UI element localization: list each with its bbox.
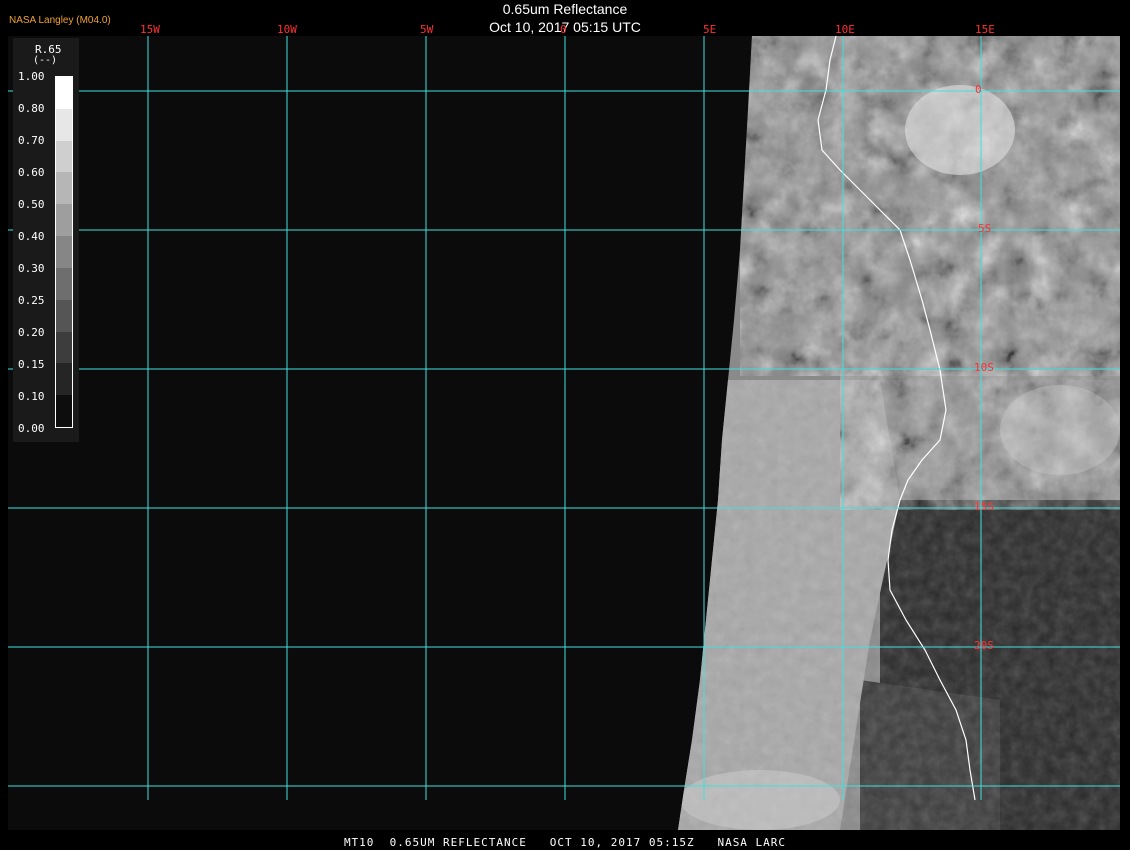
lon-label-5e: 5E xyxy=(703,23,717,36)
legend-tick: 0.40 xyxy=(18,230,45,243)
lon-label-5w: 5W xyxy=(420,23,434,36)
legend-swatch xyxy=(56,299,72,332)
legend-swatch xyxy=(56,172,72,205)
legend-color-bar xyxy=(55,76,73,428)
legend-tick: 0.50 xyxy=(18,198,45,211)
lat-label-0: 0 xyxy=(975,83,982,96)
legend-tick: 0.25 xyxy=(18,294,45,307)
lat-label-15s: 15S xyxy=(974,500,994,513)
lat-label-5s: 5S xyxy=(978,222,992,235)
legend-tick: 0.10 xyxy=(18,390,45,403)
legend-swatch xyxy=(56,140,72,173)
legend-unit: (--) xyxy=(33,55,58,66)
lat-label-20s: 20S xyxy=(974,639,994,652)
legend-tick: 1.00 xyxy=(18,70,45,83)
lon-label-15e: 15E xyxy=(975,23,995,36)
legend-swatch xyxy=(56,395,72,427)
lat-label-10s: 10S xyxy=(974,361,994,374)
lon-label-10w: 10W xyxy=(277,23,297,36)
legend-swatch xyxy=(56,363,72,396)
legend-tick: 0.80 xyxy=(18,102,45,115)
legend-swatch xyxy=(56,108,72,141)
legend-swatch xyxy=(56,331,72,364)
satellite-map xyxy=(0,0,1130,850)
legend-tick: 0.20 xyxy=(18,326,45,339)
organization-label: NASA Langley (M04.0) xyxy=(9,15,111,26)
legend-swatch xyxy=(56,236,72,268)
legend-tick: 0.00 xyxy=(18,422,45,435)
legend-tick: 0.15 xyxy=(18,358,45,371)
image-title: 0.65um Reflectance xyxy=(502,1,628,17)
legend-tick: 0.70 xyxy=(18,134,45,147)
legend-swatch xyxy=(56,204,72,237)
lon-label-15w: 15W xyxy=(140,23,160,36)
legend-tick: 0.60 xyxy=(18,166,45,179)
lon-label-10e: 10E xyxy=(835,23,855,36)
footer-caption: MT10 0.65UM REFLECTANCE OCT 10, 2017 05:… xyxy=(343,836,787,849)
color-legend: R.65 (--) 1.00 0.80 0.70 0.60 0.50 0.40 … xyxy=(13,38,79,442)
legend-tick: 0.30 xyxy=(18,262,45,275)
legend-swatch xyxy=(56,267,72,300)
lon-label-0: 0 xyxy=(560,23,567,36)
legend-swatch xyxy=(56,77,72,109)
